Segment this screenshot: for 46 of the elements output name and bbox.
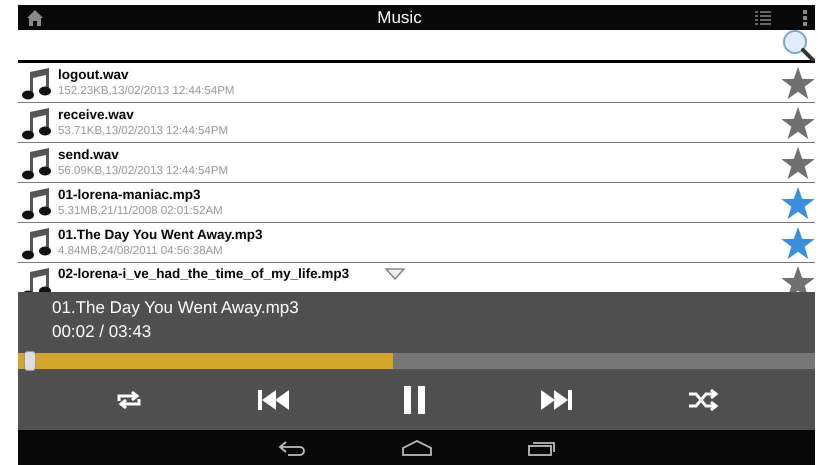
music-note-icon xyxy=(22,106,52,140)
file-name: 02-lorena-i_ve_had_the_time_of_my_life.mp3 xyxy=(58,266,350,282)
star-icon[interactable] xyxy=(781,266,815,292)
file-row[interactable]: 02-lorena-i_ve_had_the_time_of_my_life.mp3 xyxy=(18,263,815,292)
window-title: Music xyxy=(377,8,422,26)
music-note-icon xyxy=(22,146,52,180)
search-field[interactable] xyxy=(18,30,815,63)
file-details: 53.71KB,13/02/2013 12:44:54PM xyxy=(58,124,230,138)
star-icon[interactable] xyxy=(781,186,815,218)
file-name: send.wav xyxy=(58,146,119,162)
file-details: 5.31MB,21/11/2008 02:01:52AM xyxy=(58,204,224,218)
music-note-icon xyxy=(22,66,52,100)
file-row[interactable]: 01.The Day You Went Away.mp3 4.84MB,24/08/2011 04:56:38AM xyxy=(18,223,815,263)
home-icon[interactable] xyxy=(400,440,432,456)
star-icon[interactable] xyxy=(781,226,815,258)
track-time: 00:02 / 03:43 xyxy=(52,321,152,343)
shuffle-icon[interactable] xyxy=(688,388,718,410)
seek-thumb[interactable] xyxy=(24,351,36,371)
repeat-icon[interactable] xyxy=(115,388,144,410)
recent-apps-icon[interactable] xyxy=(528,440,556,456)
file-name: 01-lorena-maniac.mp3 xyxy=(58,186,201,202)
music-note-icon xyxy=(22,226,52,260)
collapse-arrow-icon[interactable] xyxy=(385,268,406,280)
file-row[interactable]: 01-lorena-maniac.mp3 5.31MB,21/11/2008 02:01:52AM xyxy=(18,183,815,223)
file-name: receive.wav xyxy=(58,106,134,122)
file-details: 56.09KB,13/02/2013 12:44:54PM xyxy=(58,164,230,178)
file-row[interactable]: logout.wav 152.23KB,13/02/2013 12:44:54PM xyxy=(18,63,815,103)
file-name: 01.The Day You Went Away.mp3 xyxy=(58,226,263,242)
next-icon[interactable] xyxy=(541,388,574,412)
star-icon[interactable] xyxy=(781,146,815,178)
previous-icon[interactable] xyxy=(258,388,290,412)
track-title: 01.The Day You Went Away.mp3 xyxy=(52,297,299,319)
file-row[interactable]: receive.wav 53.71KB,13/02/2013 12:44:54PM xyxy=(18,103,815,143)
pause-icon[interactable] xyxy=(404,386,426,414)
star-icon[interactable] xyxy=(781,106,815,138)
file-details: 152.23KB,13/02/2013 12:44:54PM xyxy=(58,84,236,98)
file-name: logout.wav xyxy=(58,66,128,82)
file-row[interactable]: send.wav 56.09KB,13/02/2013 12:44:54PM xyxy=(18,143,815,183)
star-icon[interactable] xyxy=(781,66,815,98)
home-icon[interactable] xyxy=(26,8,44,26)
back-icon[interactable] xyxy=(278,440,306,456)
overflow-menu-icon[interactable] xyxy=(803,10,807,26)
search-icon[interactable] xyxy=(781,29,815,61)
list-icon[interactable] xyxy=(755,10,771,26)
music-note-icon xyxy=(22,186,52,220)
file-details: 4.84MB,24/08/2011 04:56:38AM xyxy=(58,244,224,258)
